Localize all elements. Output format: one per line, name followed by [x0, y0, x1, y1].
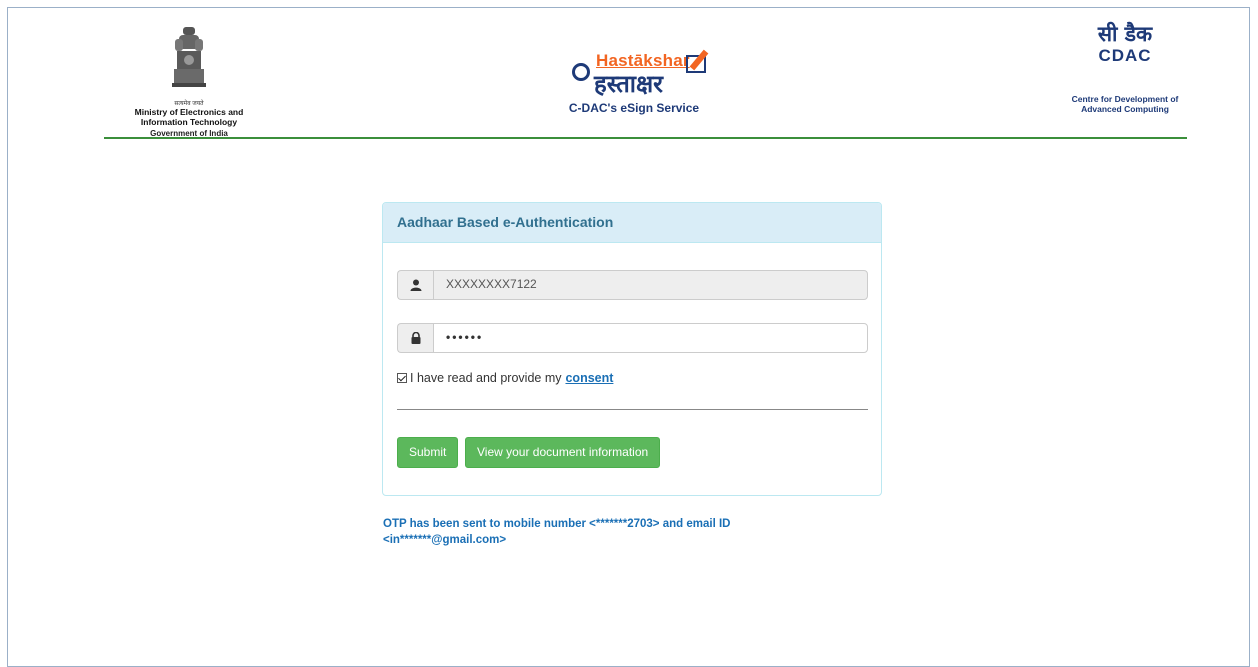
aadhaar-input-group: XXXXXXXX7122: [397, 270, 868, 300]
cdac-line-1: Centre for Development of: [1071, 94, 1179, 104]
esign-caption: C-DAC's eSign Service: [568, 101, 700, 115]
otp-password-field[interactable]: ••••••: [433, 323, 868, 353]
auth-panel: Aadhaar Based e-Authentication XXXXXXXX7…: [382, 202, 882, 496]
consent-row: I have read and provide my consent: [397, 371, 613, 385]
ministry-line-1: Ministry of Electronics and: [134, 107, 244, 117]
page-header: सत्यमेव जयते Ministry of Electronics and…: [104, 15, 1190, 138]
otp-input-group: ••••••: [397, 323, 868, 353]
otp-message-line-1: OTP has been sent to mobile number <****…: [383, 518, 731, 530]
otp-message-line-2: <in*******@gmail.com>: [383, 534, 507, 546]
ministry-line-2: Information Technology: [140, 117, 238, 127]
consent-checkbox[interactable]: [397, 373, 407, 383]
user-icon: [397, 270, 433, 300]
panel-title: Aadhaar Based e-Authentication: [383, 203, 881, 243]
cdac-logo: सी डैक CDAC Centre for Development of Ad…: [1060, 20, 1190, 114]
cdac-line-2: Advanced Computing: [1081, 104, 1169, 114]
motto-text: सत्यमेव जयते: [174, 101, 204, 107]
meity-logo: सत्यमेव जयते Ministry of Electronics and…: [114, 25, 264, 138]
header-divider: [104, 137, 1187, 139]
submit-button[interactable]: Submit: [397, 437, 459, 468]
hastakshar-logo: Hastākshar हस्ताक्षर: [554, 45, 714, 98]
national-emblem-icon: [172, 27, 206, 87]
consent-link[interactable]: consent: [565, 371, 613, 385]
aadhaar-number-field[interactable]: XXXXXXXX7122: [433, 270, 868, 300]
e-circle-icon: [572, 63, 590, 81]
otp-status-message: OTP has been sent to mobile number <****…: [383, 516, 823, 548]
consent-text: I have read and provide my: [410, 371, 562, 385]
form-divider: [397, 409, 868, 410]
cdac-name: CDAC: [1098, 46, 1152, 65]
lock-icon: [397, 323, 433, 353]
view-document-button[interactable]: View your document information: [465, 437, 661, 468]
hastakshar-hindi: हस्ताक्षर: [594, 70, 663, 98]
esign-logo: Hastākshar हस्ताक्षर C-DAC's eSign Servi…: [544, 45, 724, 115]
cdac-hindi-name: सी डैक: [1097, 22, 1153, 46]
